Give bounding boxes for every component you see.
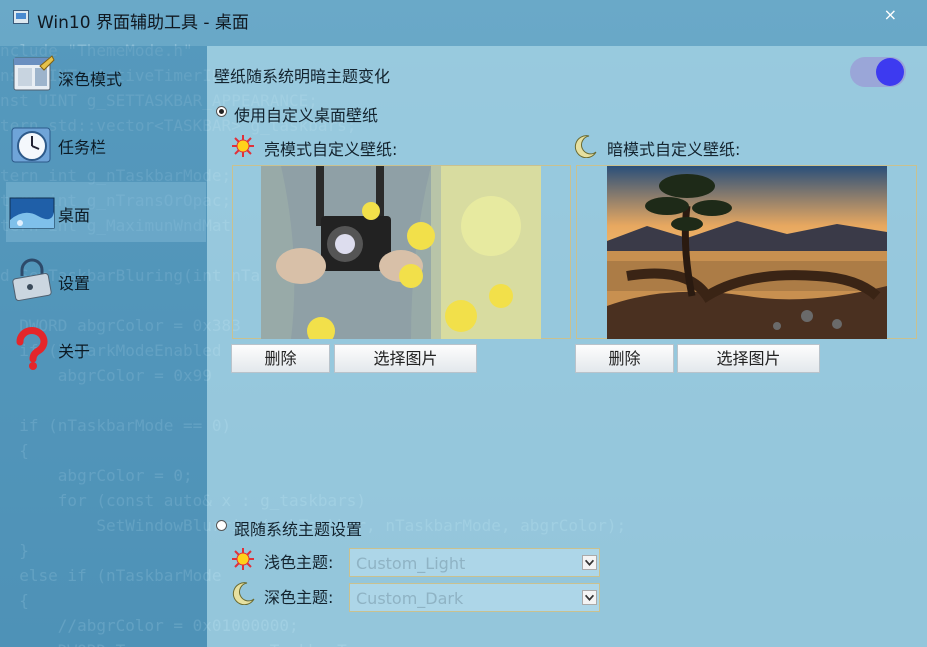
custom-wallpaper-radio[interactable] — [216, 106, 227, 117]
wallpaper-theme-toggle[interactable] — [850, 57, 906, 87]
sidebar-item-label: 关于 — [58, 342, 91, 361]
page-title: 壁纸随系统明暗主题变化 — [214, 67, 391, 86]
light-delete-button[interactable]: 删除 — [231, 344, 330, 373]
dark-theme-select[interactable]: Custom_Dark — [349, 583, 600, 612]
dark-wallpaper-label: 暗模式自定义壁纸: — [607, 140, 741, 159]
close-icon[interactable]: × — [884, 5, 897, 24]
title-bar: Win10 界面辅助工具 - 桌面 × — [0, 0, 927, 38]
light-theme-label: 浅色主题: — [264, 553, 334, 572]
sidebar-item-desktop[interactable]: 桌面 — [6, 182, 206, 242]
sidebar-item-dark-mode[interactable]: 深色模式 — [6, 46, 206, 106]
toggle-knob — [876, 58, 904, 86]
chevron-down-icon — [582, 555, 597, 570]
taskbar-clock-icon — [11, 127, 51, 163]
sun-icon — [232, 548, 254, 570]
moon-icon — [574, 135, 597, 158]
dark-mode-icon — [13, 55, 55, 91]
dark-delete-button[interactable]: 删除 — [575, 344, 674, 373]
question-icon — [16, 326, 48, 370]
sidebar-item-label: 设置 — [58, 274, 91, 293]
settings-lock-icon — [12, 258, 52, 301]
custom-wallpaper-label[interactable]: 使用自定义桌面壁纸 — [234, 102, 378, 126]
app-icon — [13, 10, 29, 24]
sidebar-item-taskbar[interactable]: 任务栏 — [6, 114, 206, 174]
dark-wallpaper-preview[interactable] — [607, 166, 887, 339]
follow-system-radio[interactable] — [216, 520, 227, 531]
light-theme-value: Custom_Light — [356, 554, 466, 573]
sun-icon — [232, 135, 254, 157]
sidebar-item-label: 桌面 — [58, 206, 91, 225]
chevron-down-icon — [582, 590, 597, 605]
light-theme-select[interactable]: Custom_Light — [349, 548, 600, 577]
sidebar-item-settings[interactable]: 设置 — [6, 250, 206, 310]
window-title: Win10 界面辅助工具 - 桌面 — [37, 13, 249, 33]
app-window: nclude "ThemeMode.h"nst UINT gActiveTime… — [0, 0, 927, 647]
sidebar-item-label: 深色模式 — [58, 70, 123, 89]
sidebar-item-about[interactable]: 关于 — [6, 318, 206, 378]
light-choose-image-button[interactable]: 选择图片 — [334, 344, 477, 373]
desktop-icon — [9, 197, 55, 229]
sidebar-item-label: 任务栏 — [58, 138, 107, 157]
light-wallpaper-preview[interactable] — [261, 166, 541, 339]
dark-theme-value: Custom_Dark — [356, 589, 464, 608]
moon-icon — [232, 582, 255, 605]
dark-choose-image-button[interactable]: 选择图片 — [677, 344, 820, 373]
follow-system-label[interactable]: 跟随系统主题设置 — [234, 516, 362, 540]
light-wallpaper-label: 亮模式自定义壁纸: — [264, 140, 398, 159]
dark-theme-label: 深色主题: — [264, 588, 334, 607]
